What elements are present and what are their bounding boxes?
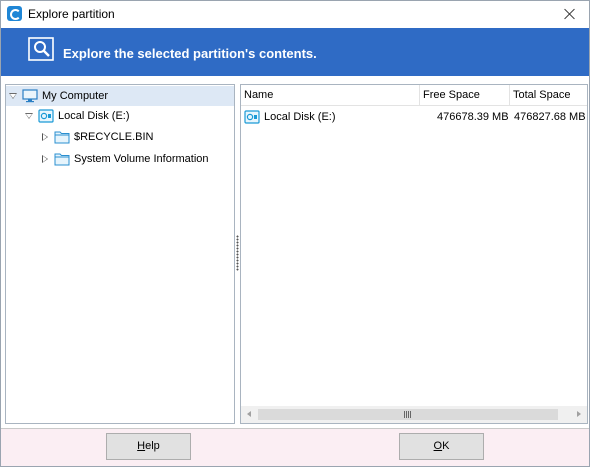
scrollbar-thumb[interactable] [258,409,558,420]
folder-icon [54,131,70,144]
grip-icon [404,411,411,418]
title-bar: Explore partition [1,1,589,27]
tree-item-label: $RECYCLE.BIN [74,131,154,143]
explore-partition-dialog: Explore partition Explore the selected p… [0,0,590,467]
expand-arrow-icon[interactable] [40,154,50,164]
list-header: Name Free Space Total Space [241,85,587,106]
cell-total-space: 476827.68 MB [514,111,586,123]
tree-item-system-volume-information[interactable]: System Volume Information [6,149,209,169]
cell-name-text: Local Disk (E:) [264,111,336,123]
explore-magnifier-icon [28,37,54,61]
cell-name: Local Disk (E:) [244,107,336,127]
help-mnemonic: H [137,440,146,452]
column-header-total-space[interactable]: Total Space [510,85,587,106]
column-header-name[interactable]: Name [241,85,420,106]
folder-tree[interactable]: My Computer Local Disk (E:) $RECYCLE.BIN [5,84,235,424]
list-item[interactable]: Local Disk (E:) 476678.39 MB 476827.68 M… [241,107,587,127]
scroll-left-arrow-icon[interactable] [241,406,258,423]
collapse-arrow-icon[interactable] [8,91,18,101]
folder-icon [54,153,70,166]
tree-item-my-computer[interactable]: My Computer [6,86,234,106]
tree-item-label: My Computer [42,90,109,102]
app-logo-icon [7,6,22,21]
column-header-free-space[interactable]: Free Space [420,85,510,106]
ok-button[interactable]: OK [399,433,484,460]
disk-icon [38,109,54,123]
ok-label-rest: K [442,440,450,452]
horizontal-scrollbar[interactable] [241,406,587,423]
monitor-icon [22,89,38,103]
help-label-rest: elp [145,440,160,452]
cell-free-space: 476678.39 MB [437,111,509,123]
tree-item-label: System Volume Information [74,153,209,165]
pane-splitter-handle[interactable] [236,235,239,271]
tree-item-recycle-bin[interactable]: $RECYCLE.BIN [6,127,153,147]
close-icon[interactable] [557,2,583,26]
file-list[interactable]: Name Free Space Total Space Local Disk (… [240,84,588,424]
scroll-right-arrow-icon[interactable] [570,406,587,423]
collapse-arrow-icon[interactable] [24,111,34,121]
header-banner: Explore the selected partition's content… [1,28,589,76]
tree-item-local-disk[interactable]: Local Disk (E:) [6,106,130,126]
dialog-footer: Help OK [1,428,589,466]
help-button[interactable]: Help [106,433,191,460]
ok-mnemonic: O [433,440,443,452]
disk-icon [244,110,260,124]
tree-item-label: Local Disk (E:) [58,110,130,122]
banner-title: Explore the selected partition's content… [63,46,317,61]
expand-arrow-icon[interactable] [40,132,50,142]
window-title: Explore partition [28,7,115,21]
